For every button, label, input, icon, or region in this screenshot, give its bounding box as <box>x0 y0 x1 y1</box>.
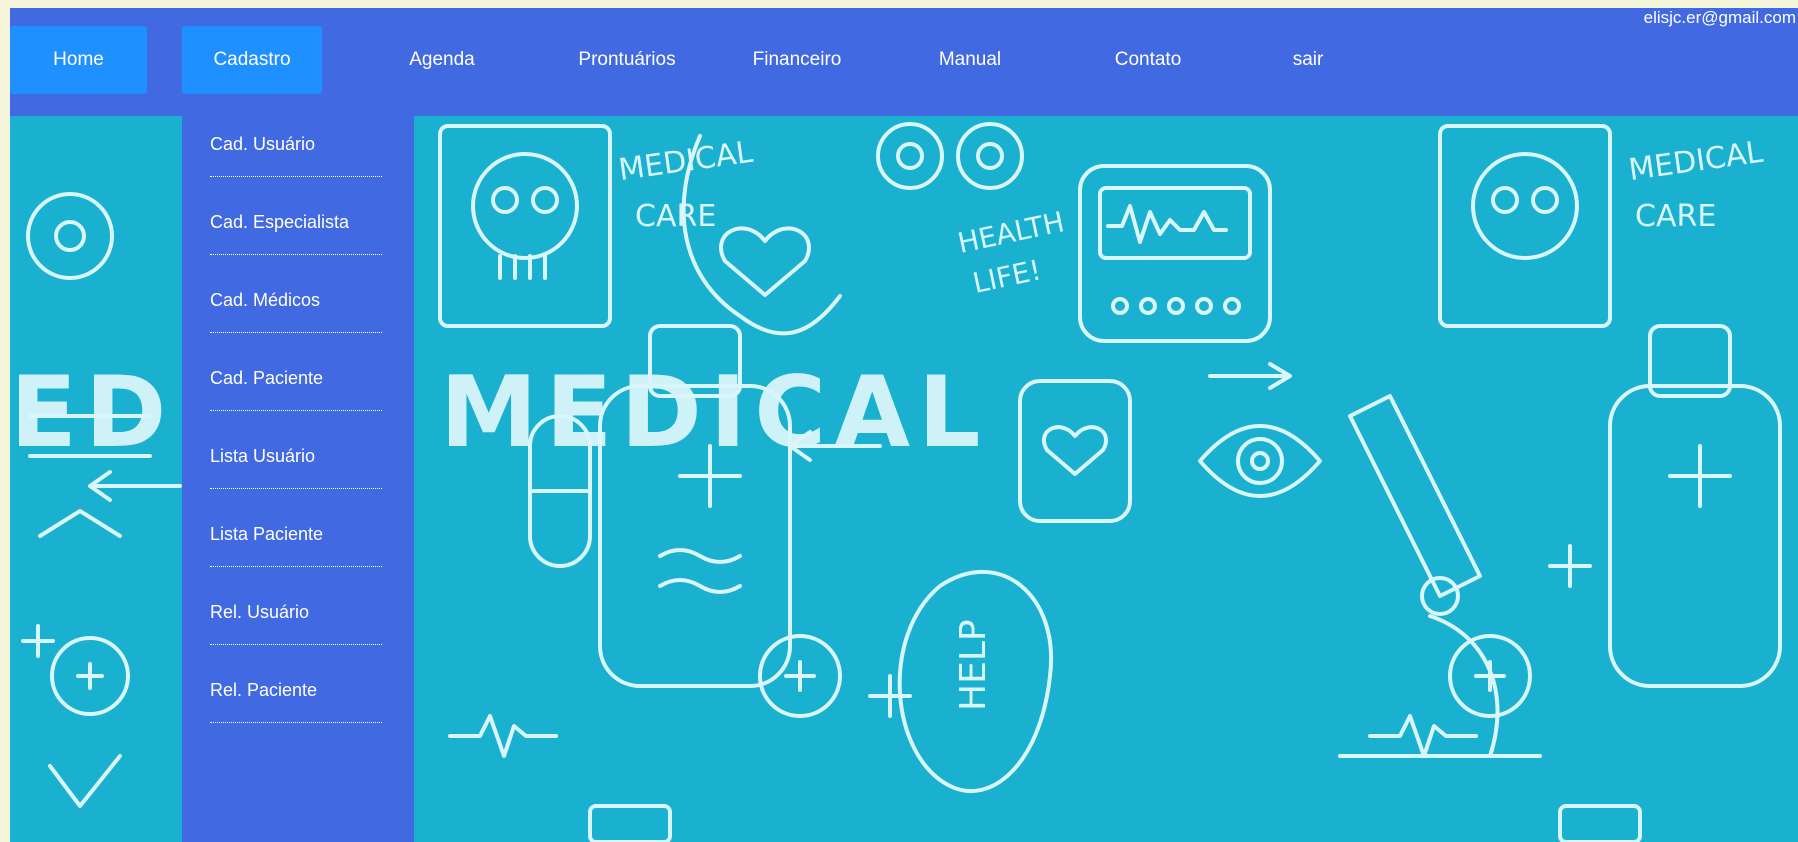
top-navigation-bar: Home Cadastro Agenda Prontuários Finance… <box>10 8 1798 116</box>
dropdown-item-rel-usuario[interactable]: Rel. Usuário <box>210 584 382 645</box>
svg-text:CARE: CARE <box>635 199 716 234</box>
dropdown-item-cad-especialista[interactable]: Cad. Especialista <box>210 194 382 255</box>
nav-item-label: Cadastro <box>213 49 291 70</box>
nav-item-label: Agenda <box>409 49 475 70</box>
nav-item-prontuarios[interactable]: Prontuários <box>542 26 712 94</box>
nav-item-agenda[interactable]: Agenda <box>372 26 512 94</box>
nav-item-label: Financeiro <box>752 49 842 70</box>
nav-item-financeiro[interactable]: Financeiro <box>722 26 872 94</box>
nav-item-contato[interactable]: Contato <box>1078 26 1218 94</box>
nav-item-cadastro[interactable]: Cadastro <box>182 26 322 94</box>
nav-item-label: Manual <box>938 49 1002 70</box>
nav-item-home[interactable]: Home <box>10 26 147 94</box>
user-email: elisjc.er@gmail.com <box>1643 8 1796 27</box>
nav-item-manual[interactable]: Manual <box>900 26 1040 94</box>
dropdown-item-cad-usuario[interactable]: Cad. Usuário <box>210 116 382 177</box>
dropdown-item-cad-paciente[interactable]: Cad. Paciente <box>210 350 382 411</box>
nav-item-label: Prontuários <box>578 49 676 70</box>
dropdown-item-lista-paciente[interactable]: Lista Paciente <box>210 506 382 567</box>
svg-text:HELP: HELP <box>953 619 994 711</box>
nav-item-label: sair <box>1292 49 1324 70</box>
svg-text:MEDICAL: MEDICAL <box>440 356 989 470</box>
app-frame: MEDICAL EDIC MEDICAL CARE MEDICAL CARE H… <box>10 8 1798 842</box>
cadastro-dropdown-menu: Cad. Usuário Cad. Especialista Cad. Médi… <box>182 116 414 842</box>
dropdown-item-lista-usuario[interactable]: Lista Usuário <box>210 428 382 489</box>
dropdown-item-rel-paciente[interactable]: Rel. Paciente <box>210 662 382 723</box>
nav-item-sair[interactable]: sair <box>1258 26 1358 94</box>
svg-text:CARE: CARE <box>1635 199 1716 234</box>
dropdown-item-cad-medicos[interactable]: Cad. Médicos <box>210 272 382 333</box>
nav-item-label: Contato <box>1114 49 1182 70</box>
nav-item-label: Home <box>53 49 104 70</box>
